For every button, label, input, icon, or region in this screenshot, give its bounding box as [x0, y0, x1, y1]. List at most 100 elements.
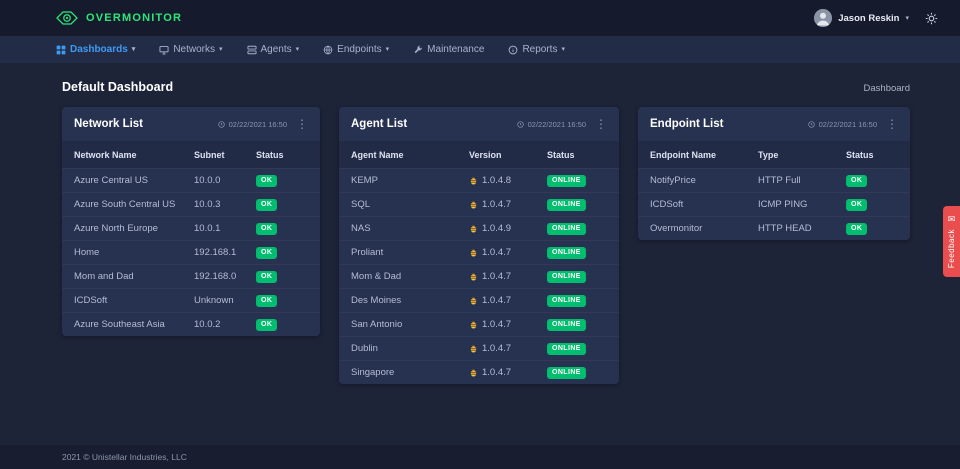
agent-version: 1.0.4.7	[482, 343, 512, 354]
status-badge: ONLINE	[547, 198, 586, 211]
endpoint-list-card: Endpoint List 02/22/2021 16:50 ⋮ Endpoin…	[638, 107, 910, 240]
agent-list-card: Agent List 02/22/2021 16:50 ⋮ Agent Name…	[339, 107, 619, 384]
table-row: Azure South Central US 10.0.3 OK	[62, 192, 320, 216]
agent-version: 1.0.4.8	[482, 175, 512, 186]
table-row: Singapore 1.0.4.7 ONLINE	[339, 360, 619, 384]
endpoint-name: Overmonitor	[650, 223, 703, 234]
status-badge: OK	[256, 270, 278, 283]
status-badge: ONLINE	[547, 342, 586, 355]
agent-name: Singapore	[351, 367, 395, 378]
page-title: Default Dashboard	[62, 80, 174, 94]
nav-endpoints[interactable]: Endpoints ▾	[323, 44, 389, 55]
avatar	[814, 9, 833, 27]
chevron-down-icon: ▾	[561, 46, 565, 53]
agent-version-icon	[469, 320, 478, 329]
top-header: OVERMONITOR Jason Reskin ▾	[0, 0, 960, 36]
agent-version-icon	[469, 224, 478, 233]
endpoint-type: HTTP HEAD	[758, 223, 812, 234]
card-menu-button[interactable]: ⋮	[886, 118, 898, 130]
nav-reports[interactable]: Reports ▾	[508, 44, 565, 55]
agent-version-icon	[469, 296, 478, 305]
network-subnet: Unknown	[194, 295, 234, 306]
agents-server-icon	[246, 45, 257, 55]
chevron-down-icon: ▾	[295, 46, 300, 53]
footer-text: 2021 © Unistellar Industries, LLC	[62, 452, 187, 462]
table-row: SQL 1.0.4.7 ONLINE	[339, 192, 619, 216]
table-row: ICDSoft ICMP PING OK	[638, 192, 910, 216]
column-header: Agent Name	[351, 149, 404, 160]
table-row: Azure Central US 10.0.0 OK	[62, 168, 320, 192]
status-badge: OK	[846, 198, 868, 211]
network-name: ICDSoft	[74, 295, 108, 306]
table-row: Dublin 1.0.4.7 ONLINE	[339, 336, 619, 360]
table-row: Des Moines 1.0.4.7 ONLINE	[339, 288, 619, 312]
column-header: Status	[846, 149, 874, 160]
column-header: Status	[256, 149, 284, 160]
nav-dashboards[interactable]: Dashboards ▾	[56, 44, 135, 55]
endpoint-type: ICMP PING	[758, 199, 808, 210]
user-menu[interactable]: Jason Reskin ▾	[814, 9, 909, 27]
status-badge: OK	[256, 246, 278, 259]
nav-label: Reports	[522, 44, 558, 55]
table-row: San Antonio 1.0.4.7 ONLINE	[339, 312, 619, 336]
column-header: Version	[469, 149, 502, 160]
agent-version-icon	[469, 344, 478, 353]
dashboards-grid-icon	[56, 45, 66, 55]
status-badge: OK	[256, 318, 278, 331]
column-header: Status	[547, 149, 575, 160]
table-row: ICDSoft Unknown OK	[62, 288, 320, 312]
chevron-down-icon: ▾	[219, 46, 223, 53]
agent-version-icon	[469, 272, 478, 281]
chevron-down-icon: ▾	[131, 46, 136, 53]
nav-agents[interactable]: Agents ▾	[246, 44, 300, 55]
card-timestamp: 02/22/2021 16:50	[228, 119, 287, 129]
network-subnet: 10.0.3	[194, 199, 221, 210]
endpoint-name: ICDSoft	[650, 199, 684, 210]
table-header: Network Name Subnet Status	[62, 141, 320, 168]
agent-version: 1.0.4.7	[482, 367, 512, 378]
table-row: NAS 1.0.4.9 ONLINE	[339, 216, 619, 240]
endpoints-globe-icon	[323, 45, 333, 55]
network-name: Azure South Central US	[74, 199, 176, 210]
agent-name: Proliant	[351, 247, 384, 258]
agent-name: San Antonio	[351, 319, 403, 330]
agent-version-icon	[469, 200, 478, 209]
agent-version: 1.0.4.7	[482, 199, 512, 210]
status-badge: ONLINE	[547, 246, 586, 259]
table-row: Azure North Europe 10.0.1 OK	[62, 216, 320, 240]
nav-label: Maintenance	[427, 44, 485, 55]
column-header: Subnet	[194, 149, 225, 160]
column-header: Network Name	[74, 149, 137, 160]
agent-version: 1.0.4.7	[482, 271, 512, 282]
settings-gear-button[interactable]	[925, 12, 938, 25]
card-menu-button[interactable]: ⋮	[296, 118, 308, 130]
network-list-card: Network List 02/22/2021 16:50 ⋮ Network …	[62, 107, 320, 336]
network-name: Azure Southeast Asia	[74, 319, 165, 330]
agent-name: Des Moines	[351, 295, 402, 306]
maintenance-wrench-icon	[413, 45, 423, 55]
agent-version-icon	[469, 248, 478, 257]
breadcrumb[interactable]: Dashboard	[864, 83, 910, 94]
status-badge: ONLINE	[547, 318, 586, 331]
nav-maintenance[interactable]: Maintenance	[413, 44, 484, 55]
table-row: NotifyPrice HTTP Full OK	[638, 168, 910, 192]
status-badge: ONLINE	[547, 222, 586, 235]
agent-version: 1.0.4.9	[482, 223, 512, 234]
agent-name: Dublin	[351, 343, 378, 354]
feedback-label: Feedback	[947, 229, 956, 269]
feedback-tab[interactable]: ✉ Feedback	[943, 206, 960, 278]
agent-version: 1.0.4.7	[482, 319, 512, 330]
nav-networks[interactable]: Networks ▾	[159, 44, 223, 55]
endpoint-name: NotifyPrice	[650, 175, 696, 186]
endpoint-type: HTTP Full	[758, 175, 801, 186]
network-name: Azure Central US	[74, 175, 148, 186]
agent-name: SQL	[351, 199, 371, 210]
card-timestamp: 02/22/2021 16:50	[818, 119, 877, 129]
clock-icon	[807, 120, 815, 128]
table-header: Endpoint Name Type Status	[638, 141, 910, 168]
table-row: Overmonitor HTTP HEAD OK	[638, 216, 910, 240]
card-menu-button[interactable]: ⋮	[595, 118, 607, 130]
card-title: Network List	[74, 118, 144, 130]
status-badge: OK	[256, 174, 278, 187]
brand: OVERMONITOR	[56, 10, 182, 26]
